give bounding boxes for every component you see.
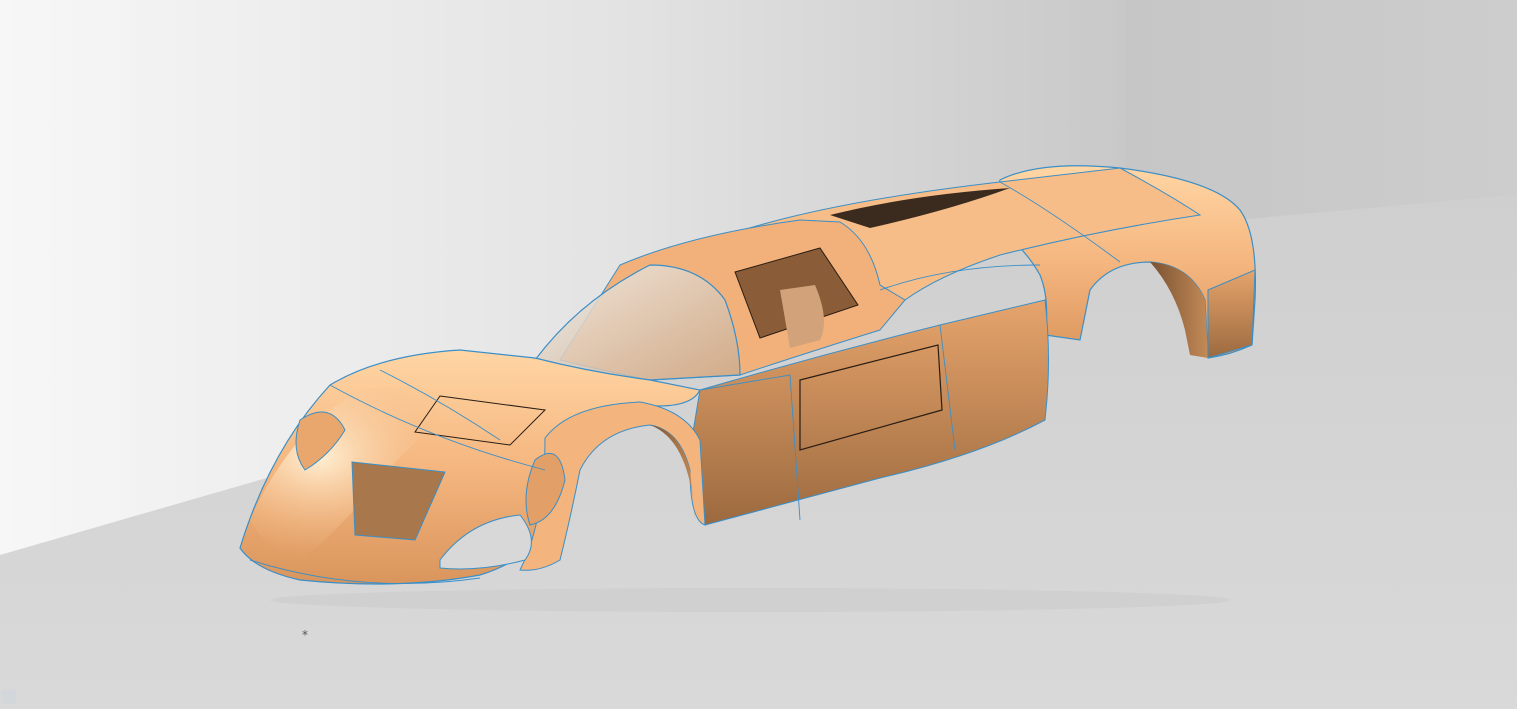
cad-viewport[interactable]: * [0,0,1517,709]
ground-shadow [270,588,1230,612]
viewport-scene[interactable] [0,0,1517,709]
axis-triad-icon[interactable] [2,690,16,704]
origin-marker: * [302,628,308,642]
